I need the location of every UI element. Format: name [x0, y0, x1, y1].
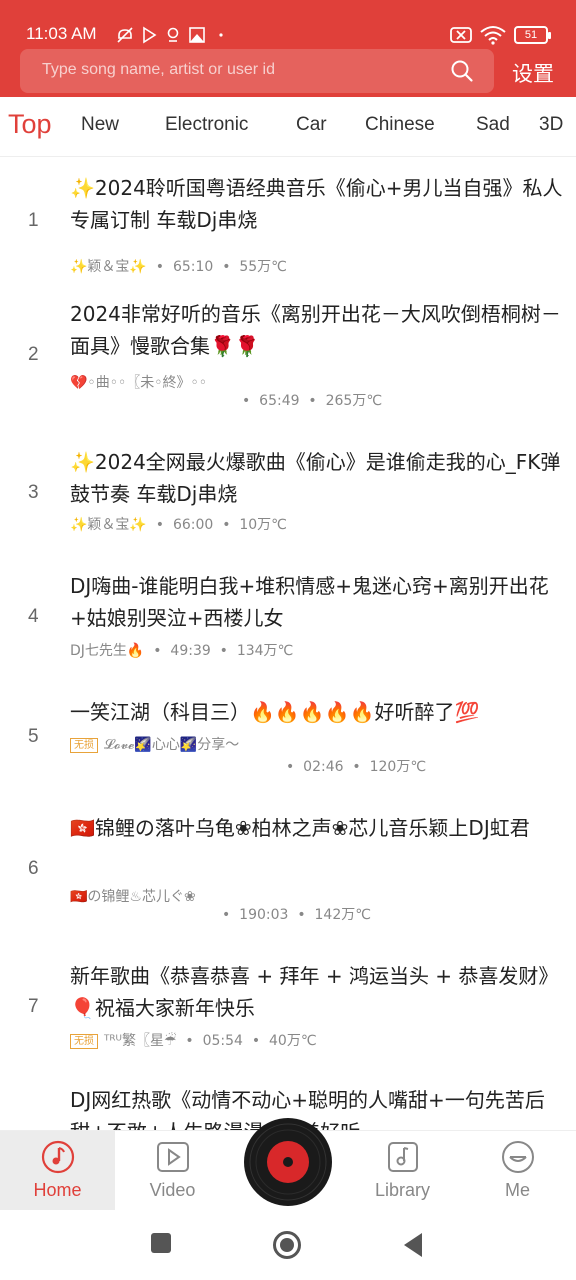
item-author: ✨颖＆宝✨ — [70, 259, 147, 275]
search-input[interactable]: Type song name, artist or user id — [20, 49, 494, 93]
music-note-icon — [41, 1140, 75, 1174]
category-tabs: Top New Electronic Car Chinese Sad 3D — [0, 97, 576, 157]
item-duration: 65:49 — [259, 393, 300, 409]
item-author: 𝓛𝓸𝓿𝓮🌠心心🌠分享〜 — [104, 737, 240, 753]
video-icon — [157, 1142, 189, 1172]
item-duration: 65:10 — [172, 259, 214, 275]
item-author: ✨颖＆宝✨ — [70, 517, 147, 533]
tab-electronic[interactable]: Electronic — [165, 114, 248, 136]
item-index: 5 — [28, 726, 39, 747]
nav-video[interactable]: Video — [115, 1131, 230, 1211]
system-navigation-bar — [0, 1210, 576, 1280]
item-duration: 49:39 — [170, 643, 211, 659]
item-index: 2 — [28, 344, 39, 365]
play-store-icon — [143, 26, 157, 44]
item-plays: 120万℃ — [369, 759, 427, 775]
item-plays: 40万℃ — [269, 1033, 317, 1049]
search-placeholder: Type song name, artist or user id — [42, 61, 275, 78]
location-icon — [167, 27, 179, 42]
item-plays: 55万℃ — [239, 259, 287, 275]
nav-home[interactable]: Home — [0, 1131, 115, 1211]
item-plays: 265万℃ — [325, 393, 383, 409]
tab-3d[interactable]: 3D — [539, 114, 563, 136]
battery-indicator: 51 — [514, 26, 551, 44]
item-index: 3 — [28, 482, 39, 503]
wifi-icon — [480, 26, 506, 45]
item-meta: • 190:03 • 142万℃ — [222, 907, 371, 923]
nav-me[interactable]: Me — [460, 1131, 575, 1211]
item-index: 1 — [28, 210, 39, 231]
item-plays: 142万℃ — [314, 907, 371, 923]
home-button-icon[interactable] — [272, 1230, 302, 1260]
sim-off-icon — [450, 27, 472, 43]
item-meta: • 65:49 • 265万℃ — [242, 393, 383, 409]
playlist: 1 ✨2024聆听国粤语经典音乐《偷心+男儿当自强》私人专属订制 车载Dj串烧 … — [0, 158, 576, 1130]
item-title: 2024非常好听的音乐《离别开出花－大风吹倒梧桐树－面具》慢歌合集🌹🌹 — [70, 302, 561, 358]
item-index: 4 — [28, 606, 39, 627]
mute-icon — [117, 27, 133, 43]
tab-car[interactable]: Car — [296, 114, 327, 136]
now-playing-disc-icon[interactable] — [243, 1117, 333, 1207]
gallery-icon — [189, 27, 205, 43]
item-duration: 66:00 — [172, 517, 214, 533]
item-meta: 无损 𝓛𝓸𝓿𝓮🌠心心🌠分享〜 — [70, 734, 239, 754]
list-item[interactable]: 6 🇭🇰锦鲤の落叶乌龟❀柏林之声❀芯儿音乐颖上DJ虹君 🇭🇰の锦鲤♨芯儿ぐ❀ •… — [0, 812, 576, 932]
search-icon[interactable] — [450, 59, 474, 83]
item-duration: 02:46 — [303, 759, 344, 775]
item-index: 6 — [28, 858, 39, 879]
item-title: 新年歌曲《恭喜恭喜 + 拜年 + 鸿运当头 + 恭喜发财》🎈祝福大家新年快乐 — [70, 964, 559, 1020]
dot-icon — [219, 33, 223, 37]
status-time: 11:03 AM — [26, 24, 97, 43]
item-title: ✨2024聆听国粤语经典音乐《偷心+男儿当自强》私人专属订制 车载Dj串烧 — [70, 176, 563, 232]
item-duration: 05:54 — [202, 1033, 243, 1049]
library-icon — [388, 1142, 418, 1172]
status-notification-icons — [116, 26, 230, 44]
item-title: ✨2024全网最火爆歌曲《偷心》是谁偷走我的心_FK弹鼓节奏 车载Dj串烧 — [70, 450, 561, 506]
item-plays: 10万℃ — [239, 517, 287, 533]
item-title: 一笑江湖（科目三）🔥🔥🔥🔥🔥好听醉了💯 — [70, 700, 480, 724]
lossless-badge: 无损 — [70, 1033, 98, 1049]
settings-button[interactable]: 设置 — [512, 58, 554, 88]
back-button-icon[interactable] — [402, 1232, 424, 1258]
nav-video-label: Video — [149, 1180, 196, 1200]
item-author: 🇭🇰の锦鲤♨芯儿ぐ❀ — [70, 889, 196, 905]
list-item[interactable]: 2 2024非常好听的音乐《离别开出花－大风吹倒梧桐树－面具》慢歌合集🌹🌹 💔◦… — [0, 298, 576, 418]
list-item[interactable]: 1 ✨2024聆听国粤语经典音乐《偷心+男儿当自强》私人专属订制 车载Dj串烧 … — [0, 172, 576, 282]
list-item[interactable]: 4 DJ嗨曲-谁能明白我+堆积情感+鬼迷心窍+离别开出花+姑娘别哭泣+西楼儿女 … — [0, 570, 576, 680]
item-meta: • 02:46 • 120万℃ — [286, 759, 427, 775]
item-meta: 无损 ᵀᴿᵁ繁〖星☔ • 05:54 • 40万℃ — [70, 1030, 317, 1050]
list-item[interactable]: 7 新年歌曲《恭喜恭喜 + 拜年 + 鸿运当头 + 恭喜发财》🎈祝福大家新年快乐… — [0, 960, 576, 1060]
list-item[interactable]: 3 ✨2024全网最火爆歌曲《偷心》是谁偷走我的心_FK弹鼓节奏 车载Dj串烧 … — [0, 446, 576, 556]
lossless-badge: 无损 — [70, 737, 98, 753]
item-author: 💔◦曲◦◦〖未◦終》◦◦ — [70, 375, 207, 391]
item-title: 🇭🇰锦鲤の落叶乌龟❀柏林之声❀芯儿音乐颖上DJ虹君 — [70, 816, 530, 840]
item-title: DJ嗨曲-谁能明白我+堆积情感+鬼迷心窍+离别开出花+姑娘别哭泣+西楼儿女 — [70, 574, 549, 630]
nav-me-label: Me — [504, 1180, 530, 1200]
tab-top[interactable]: Top — [8, 109, 52, 140]
item-duration: 190:03 — [239, 907, 289, 923]
profile-face-icon — [502, 1141, 534, 1173]
tab-sad[interactable]: Sad — [476, 114, 510, 136]
nav-library[interactable]: Library — [345, 1131, 460, 1211]
item-author: DJ七先生🔥 — [70, 643, 145, 659]
item-index: 7 — [28, 996, 39, 1017]
recent-apps-icon[interactable] — [150, 1232, 172, 1254]
nav-home-label: Home — [33, 1180, 82, 1200]
item-meta: ✨颖＆宝✨ • 66:00 • 10万℃ — [70, 517, 287, 533]
tab-chinese[interactable]: Chinese — [365, 114, 435, 136]
item-author: ᵀᴿᵁ繁〖星☔ — [104, 1033, 177, 1049]
list-item[interactable]: 5 一笑江湖（科目三）🔥🔥🔥🔥🔥好听醉了💯 无损 𝓛𝓸𝓿𝓮🌠心心🌠分享〜 • 02… — [0, 696, 576, 806]
app-header: 11:03 AM 51 Type song name, artist or us… — [0, 0, 576, 97]
item-plays: 134万℃ — [236, 643, 294, 659]
status-system-icons: 51 — [450, 25, 551, 45]
item-meta: ✨颖＆宝✨ • 65:10 • 55万℃ — [70, 259, 287, 275]
tab-new[interactable]: New — [81, 114, 119, 136]
nav-library-label: Library — [374, 1180, 431, 1200]
item-meta: DJ七先生🔥 • 49:39 • 134万℃ — [70, 643, 294, 659]
status-bar: 11:03 AM 51 — [0, 0, 576, 45]
